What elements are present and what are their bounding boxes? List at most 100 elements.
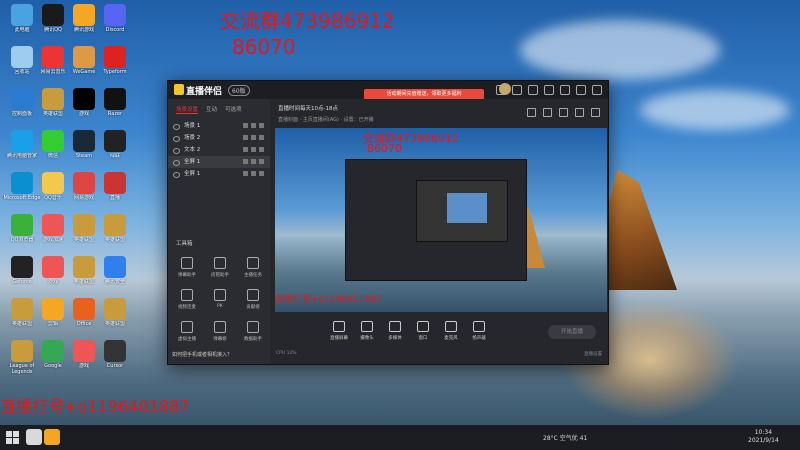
scene-controls[interactable] bbox=[243, 135, 264, 140]
eye-icon[interactable] bbox=[173, 148, 180, 154]
camera-tip[interactable]: 如何把手机或者相机接入？ bbox=[172, 351, 232, 358]
status-left: CPU 12% bbox=[276, 351, 297, 356]
version-badge[interactable]: 60版 bbox=[228, 85, 250, 96]
app-icon bbox=[11, 130, 33, 152]
app-icon bbox=[73, 4, 95, 26]
tool-item[interactable]: 房管助手 bbox=[205, 257, 235, 283]
scene-label: 场景 1 bbox=[184, 123, 201, 129]
scene-controls[interactable] bbox=[243, 171, 264, 176]
edit-icon[interactable] bbox=[251, 159, 256, 164]
desktop-icon[interactable]: 英雄联盟 bbox=[95, 296, 135, 336]
start-live-button[interactable]: 开始直播 bbox=[548, 325, 596, 339]
app-icon bbox=[42, 172, 64, 194]
control-button[interactable]: 摄像头 bbox=[354, 321, 380, 341]
tool-item[interactable]: 弹幕姬 bbox=[205, 321, 235, 347]
tool-item[interactable]: PK bbox=[205, 289, 235, 315]
edit-icon[interactable] bbox=[251, 123, 256, 128]
app-icon bbox=[42, 256, 64, 278]
tool-icon bbox=[247, 321, 259, 333]
edit-icon[interactable] bbox=[251, 171, 256, 176]
desktop-icon[interactable]: Typeform bbox=[95, 44, 135, 84]
control-icon bbox=[417, 321, 429, 332]
tool-item[interactable]: 虚拟主播 bbox=[172, 321, 202, 347]
tool-item[interactable]: 贡献榜 bbox=[238, 289, 268, 315]
scene-label: 文本 2 bbox=[184, 147, 201, 153]
tab-interact[interactable]: 互动 bbox=[206, 105, 217, 114]
eye-icon[interactable] bbox=[173, 136, 180, 142]
app-icon bbox=[104, 256, 126, 278]
taskbar-clock[interactable]: 10:34 2021/9/14 bbox=[748, 429, 779, 445]
control-button[interactable]: 直播屏幕 bbox=[326, 321, 352, 341]
windows-start-icon[interactable] bbox=[6, 431, 19, 444]
desktop-icon[interactable]: 腾讯安全 bbox=[95, 254, 135, 294]
live-preview[interactable]: 交流群473986912 86070 直播打号+q1196401887 bbox=[275, 128, 607, 312]
tool-item[interactable]: 数据助手 bbox=[238, 321, 268, 347]
eye-icon[interactable] bbox=[173, 124, 180, 130]
scene-item[interactable]: 场景 2 bbox=[168, 132, 270, 144]
bell-icon[interactable] bbox=[575, 108, 584, 117]
control-label: 多媒体 bbox=[388, 336, 402, 341]
menu-icon[interactable] bbox=[544, 85, 554, 95]
lock-icon[interactable] bbox=[243, 159, 248, 164]
live-title[interactable]: 直播时间每天10点-18点 bbox=[278, 104, 338, 112]
lock-icon[interactable] bbox=[243, 135, 248, 140]
scene-item[interactable]: 文本 2 bbox=[168, 144, 270, 156]
skin-icon[interactable] bbox=[528, 85, 538, 95]
delete-icon[interactable] bbox=[259, 159, 264, 164]
desktop-icon-label: 直播 bbox=[109, 195, 120, 201]
app-icon bbox=[104, 172, 126, 194]
app-logo-icon bbox=[174, 84, 184, 95]
share-icon[interactable] bbox=[527, 108, 536, 117]
desktop-icon[interactable]: Discord bbox=[95, 2, 135, 42]
delete-icon[interactable] bbox=[259, 135, 264, 140]
lock-icon[interactable] bbox=[543, 108, 552, 117]
eye-icon[interactable] bbox=[173, 172, 180, 178]
message-icon[interactable] bbox=[512, 85, 522, 95]
delete-icon[interactable] bbox=[259, 123, 264, 128]
tool-item[interactable]: 主播任务 bbox=[238, 257, 268, 283]
tool-item[interactable]: 视频连麦 bbox=[172, 289, 202, 315]
tab-options[interactable]: 可选项 bbox=[225, 105, 242, 114]
control-button[interactable]: 窗口 bbox=[410, 321, 436, 341]
scene-controls[interactable] bbox=[243, 147, 264, 152]
link-icon[interactable] bbox=[591, 108, 600, 117]
settings-icon[interactable] bbox=[496, 85, 506, 95]
control-button[interactable]: 麦克风 bbox=[438, 321, 464, 341]
scene-item[interactable]: 场景 1 bbox=[168, 120, 270, 132]
desktop-icon[interactable]: 绿联 bbox=[95, 128, 135, 168]
desktop-icon-label: 英雄联盟 bbox=[104, 321, 125, 327]
taskbar-app-live[interactable] bbox=[44, 429, 60, 445]
tool-item[interactable]: 弹幕助手 bbox=[172, 257, 202, 283]
tool-label: PK bbox=[217, 304, 223, 309]
edit-icon[interactable] bbox=[251, 147, 256, 152]
weather-tray[interactable]: 28°C 空气优 41 bbox=[543, 433, 587, 442]
control-button[interactable]: 扬声器 bbox=[466, 321, 492, 341]
desktop-icon[interactable]: 英雄联盟 bbox=[95, 212, 135, 252]
eye-icon[interactable] bbox=[173, 160, 180, 166]
edit-icon[interactable] bbox=[251, 135, 256, 140]
desktop-icon[interactable]: 直播 bbox=[95, 170, 135, 210]
close-icon[interactable] bbox=[592, 85, 602, 95]
desktop-icon[interactable]: Razer bbox=[95, 86, 135, 126]
scene-item[interactable]: 全屏 1 bbox=[168, 156, 270, 168]
control-button[interactable]: 多媒体 bbox=[382, 321, 408, 341]
tab-scene[interactable]: 场景设置 bbox=[176, 105, 199, 114]
maximize-icon[interactable] bbox=[576, 85, 586, 95]
delete-icon[interactable] bbox=[259, 147, 264, 152]
lock-icon[interactable] bbox=[243, 123, 248, 128]
scene-item[interactable]: 全屏 1 bbox=[168, 168, 270, 180]
lock-icon[interactable] bbox=[243, 147, 248, 152]
gift-icon[interactable] bbox=[559, 108, 568, 117]
app-icon bbox=[11, 4, 33, 26]
taskbar-app-1[interactable] bbox=[26, 429, 42, 445]
live-companion-window: 直播伴侣 60版 活动期间充值赠送，领取更多福利 场景设置 互动 可选项 场景 … bbox=[167, 80, 609, 365]
scene-controls[interactable] bbox=[243, 123, 264, 128]
scene-controls[interactable] bbox=[243, 159, 264, 164]
delete-icon[interactable] bbox=[259, 171, 264, 176]
lock-icon[interactable] bbox=[243, 171, 248, 176]
desktop-icon[interactable]: Cursor bbox=[95, 338, 135, 378]
minimize-icon[interactable] bbox=[560, 85, 570, 95]
control-icon bbox=[473, 321, 485, 332]
status-right[interactable]: 直播设置 bbox=[584, 351, 602, 357]
control-label: 窗口 bbox=[418, 336, 428, 341]
